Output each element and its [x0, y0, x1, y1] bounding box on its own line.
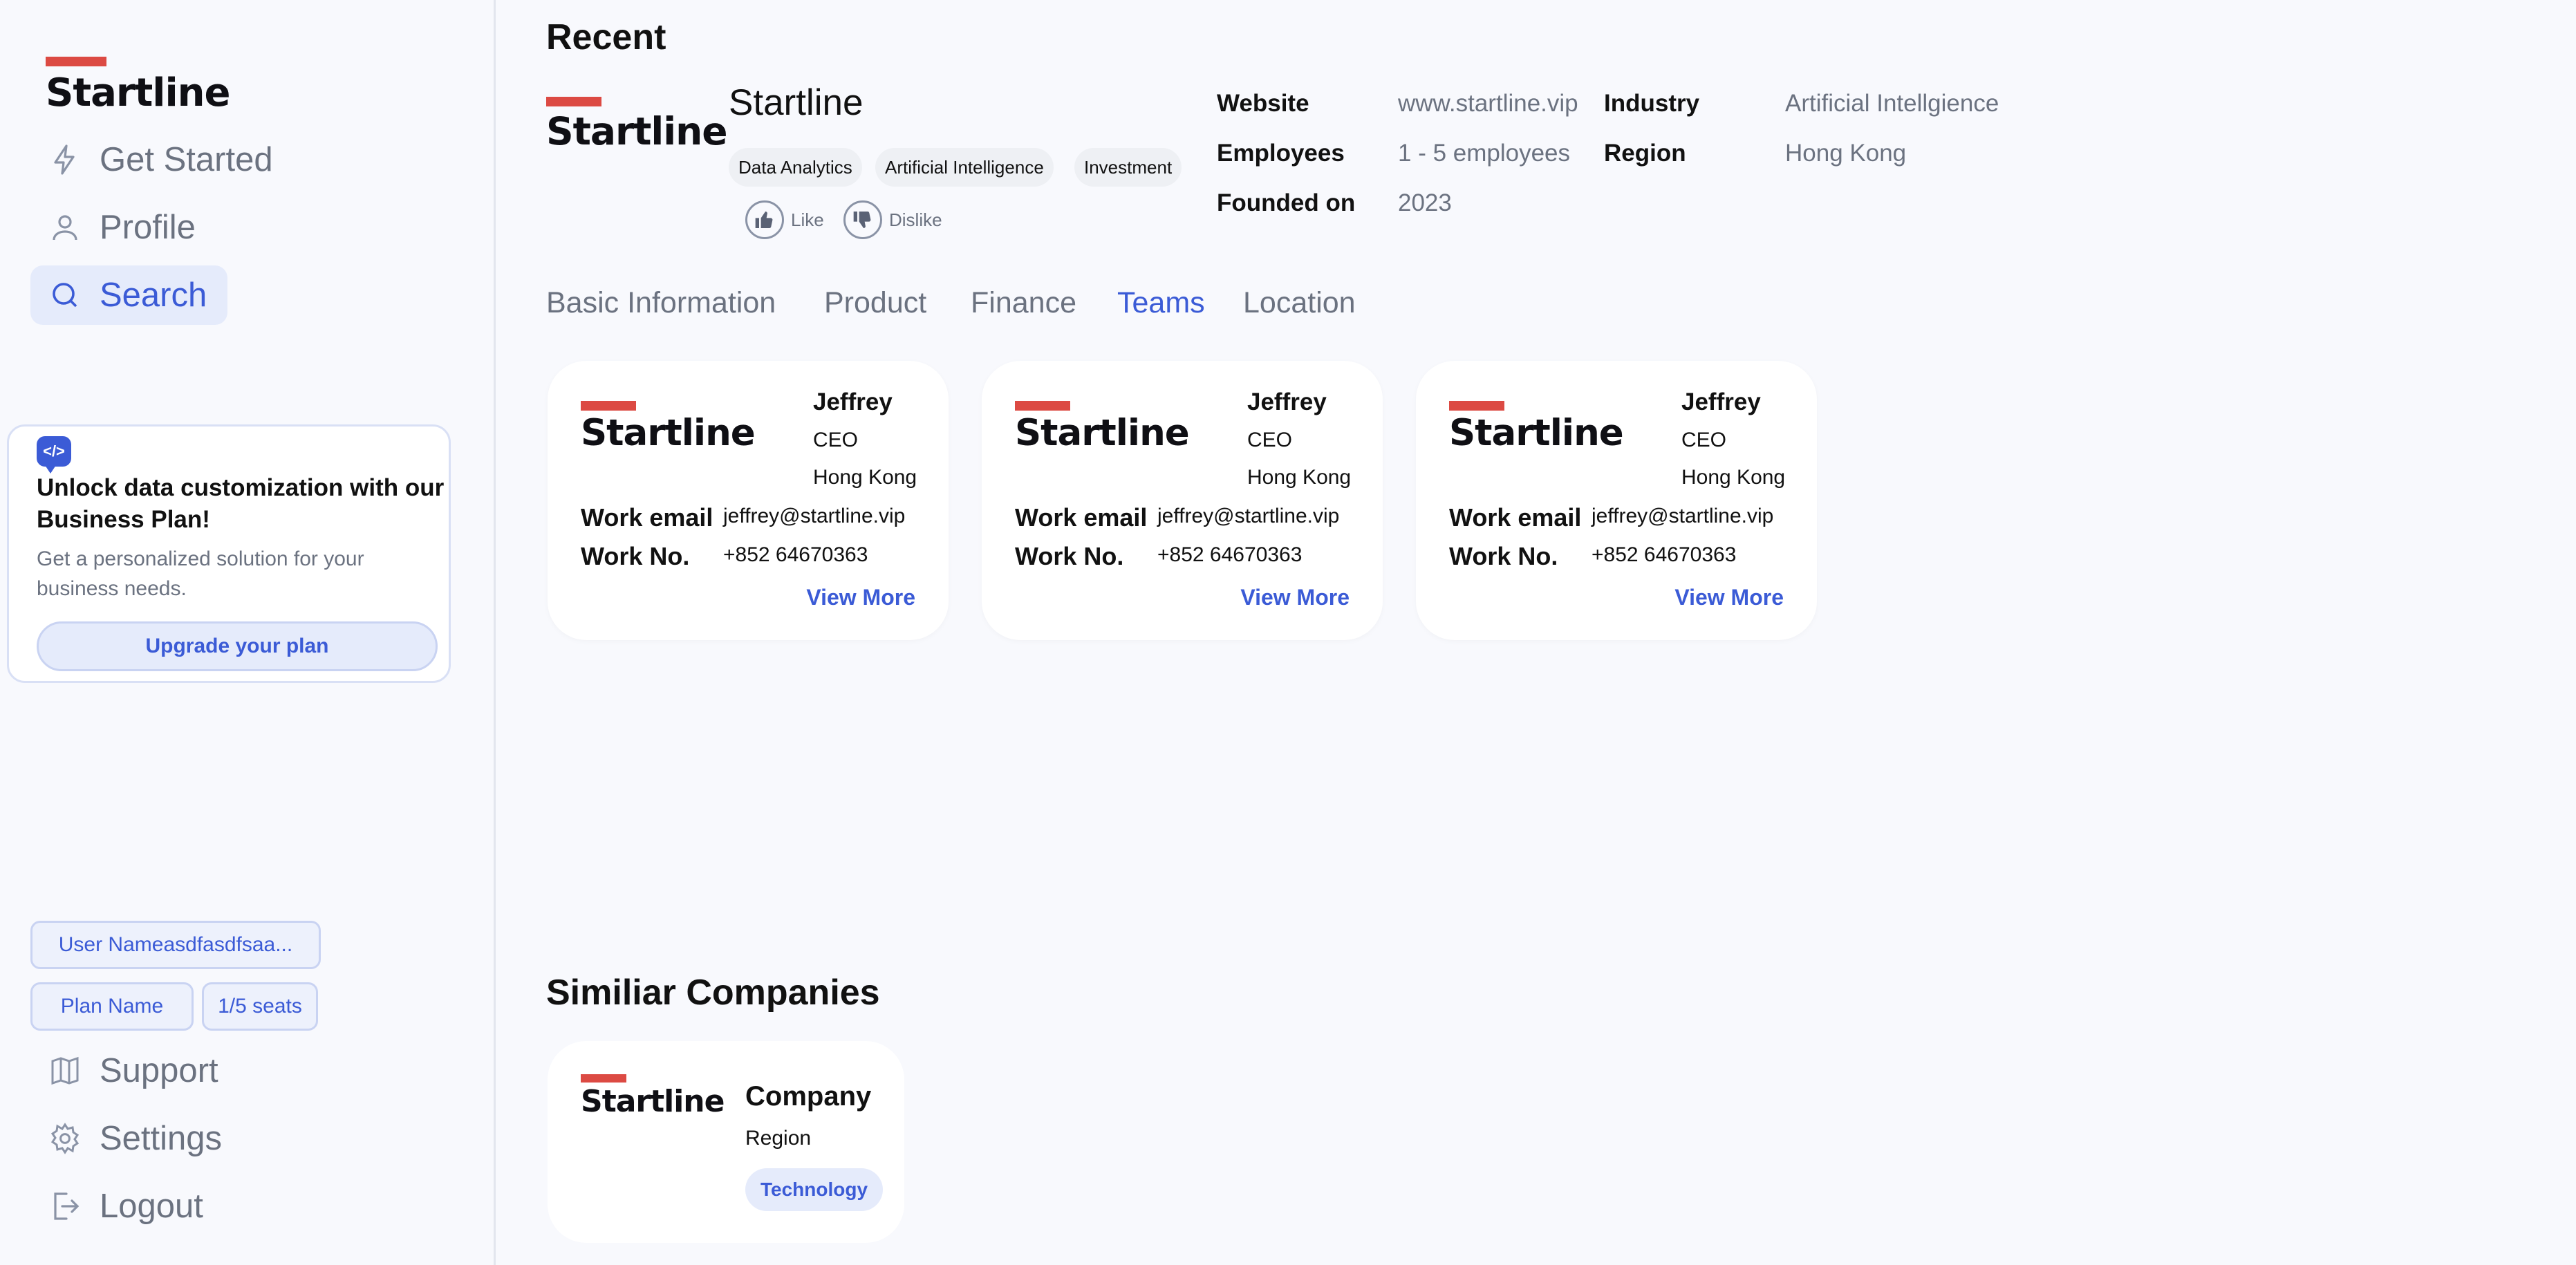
- team-member-card: Startline Jeffrey CEO Hong Kong Work ema…: [1416, 361, 1817, 640]
- team-member-card: Startline Jeffrey CEO Hong Kong Work ema…: [982, 361, 1383, 640]
- user-name-button[interactable]: User Nameasdfasdfsaa...: [30, 921, 321, 969]
- email-label: Work email: [1015, 503, 1148, 532]
- book-icon: [51, 1056, 79, 1085]
- founded-label: Founded on: [1217, 189, 1356, 216]
- view-more-link[interactable]: View More: [1674, 585, 1784, 610]
- promo-body: Get a personalized solution for your bus…: [37, 547, 364, 600]
- member-name: Jeffrey: [1247, 388, 1327, 415]
- nav-logout[interactable]: Logout: [30, 1177, 203, 1236]
- card-logo: Startline: [581, 1074, 733, 1119]
- nav-profile[interactable]: Profile: [30, 198, 196, 257]
- member-role: CEO: [813, 429, 859, 451]
- email-value[interactable]: jeffrey@startline.vip: [1157, 505, 1339, 528]
- search-icon: [53, 283, 77, 308]
- tab-finance[interactable]: Finance: [971, 286, 1076, 320]
- upgrade-plan-button[interactable]: Upgrade your plan: [37, 621, 438, 671]
- email-label: Work email: [1449, 503, 1582, 532]
- member-city: Hong Kong: [813, 466, 917, 489]
- card-logo: Startline: [581, 401, 760, 454]
- gear-icon: [50, 1123, 80, 1154]
- nav-search[interactable]: Search: [30, 265, 228, 325]
- email-label: Work email: [581, 503, 713, 532]
- tab-product[interactable]: Product: [824, 286, 926, 320]
- nav-label: Search: [100, 277, 207, 314]
- lightning-icon: [54, 144, 75, 175]
- nav-support[interactable]: Support: [30, 1041, 218, 1100]
- region-value: Hong Kong: [1785, 140, 1907, 167]
- industry-label: Industry: [1604, 90, 1700, 117]
- nav-get-started[interactable]: Get Started: [30, 130, 273, 189]
- logout-icon: [54, 1192, 80, 1220]
- member-role: CEO: [1247, 429, 1293, 451]
- person-icon: [53, 215, 77, 241]
- thumbs-up-icon: [745, 200, 784, 239]
- industry-chip: Technology: [745, 1168, 884, 1211]
- company-region: Region: [745, 1127, 812, 1150]
- phone-value[interactable]: +852 64670363: [1592, 543, 1736, 567]
- card-logo: Startline: [1449, 401, 1629, 454]
- tab-teams[interactable]: Teams: [1117, 286, 1205, 320]
- brand-logo[interactable]: Startline: [46, 57, 232, 115]
- tab-location[interactable]: Location: [1243, 286, 1356, 320]
- nav-label: Profile: [100, 209, 196, 246]
- upgrade-promo: </> Unlock data customization with our B…: [7, 424, 451, 683]
- view-more-link[interactable]: View More: [1240, 585, 1350, 610]
- seats-badge[interactable]: 1/5 seats: [202, 982, 318, 1031]
- plan-name-badge[interactable]: Plan Name: [30, 982, 194, 1031]
- nav-label: Settings: [100, 1120, 223, 1157]
- promo-title: Unlock data customization with our Busin…: [37, 474, 445, 533]
- member-name: Jeffrey: [1681, 388, 1761, 415]
- phone-label: Work No.: [1015, 542, 1124, 570]
- phone-label: Work No.: [581, 542, 690, 570]
- phone-value[interactable]: +852 64670363: [1157, 543, 1302, 567]
- view-more-link[interactable]: View More: [806, 585, 915, 610]
- phone-label: Work No.: [1449, 542, 1558, 570]
- similar-companies-heading: Similiar Companies: [546, 973, 880, 1013]
- recent-heading: Recent: [546, 17, 666, 57]
- sidebar: Startline Get Started Profile Search </>…: [0, 0, 496, 1265]
- dislike-button[interactable]: Dislike: [843, 200, 942, 239]
- card-logo: Startline: [1015, 401, 1195, 454]
- like-label: Like: [791, 209, 824, 230]
- employees-label: Employees: [1217, 140, 1345, 167]
- tag-data-analytics: Data Analytics: [729, 148, 862, 187]
- member-name: Jeffrey: [813, 388, 893, 415]
- code-chat-icon: </>: [37, 436, 71, 474]
- nav-label: Get Started: [100, 141, 273, 178]
- nav-label: Support: [100, 1052, 218, 1089]
- website-value[interactable]: www.startline.vip: [1398, 90, 1578, 118]
- nav-label: Logout: [100, 1188, 203, 1225]
- phone-value[interactable]: +852 64670363: [723, 543, 868, 567]
- tab-basic-information[interactable]: Basic Information: [546, 286, 776, 320]
- similar-company-card[interactable]: Startline Company Region Technology: [548, 1041, 904, 1243]
- thumbs-down-icon: [843, 200, 882, 239]
- company-name: Company: [745, 1081, 872, 1112]
- tag-artificial-intelligence: Artificial Intelligence: [875, 148, 1054, 187]
- member-city: Hong Kong: [1247, 466, 1352, 489]
- region-label: Region: [1604, 140, 1686, 167]
- tag-investment: Investment: [1074, 148, 1182, 187]
- founded-value: 2023: [1398, 189, 1452, 216]
- like-button[interactable]: Like: [745, 200, 824, 239]
- member-role: CEO: [1681, 429, 1727, 451]
- member-city: Hong Kong: [1681, 466, 1786, 489]
- industry-value: Artificial Intellgience: [1785, 90, 1999, 117]
- team-member-card: Startline Jeffrey CEO Hong Kong Work ema…: [548, 361, 949, 640]
- website-label: Website: [1217, 90, 1309, 117]
- company-name: Startline: [729, 82, 864, 123]
- dislike-label: Dislike: [889, 209, 942, 230]
- employees-value: 1 - 5 employees: [1398, 140, 1571, 167]
- company-logo[interactable]: Startline: [546, 97, 728, 153]
- email-value[interactable]: jeffrey@startline.vip: [723, 505, 905, 528]
- nav-settings[interactable]: Settings: [30, 1109, 222, 1168]
- email-value[interactable]: jeffrey@startline.vip: [1592, 505, 1773, 528]
